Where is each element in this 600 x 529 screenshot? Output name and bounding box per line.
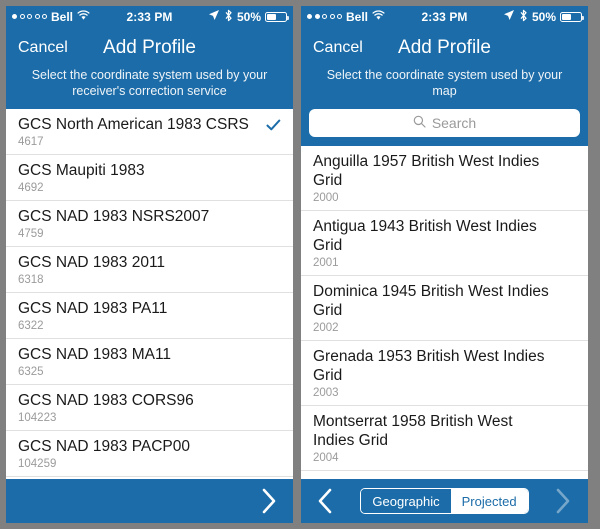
list-item-title: GCS Maupiti 1983 xyxy=(18,162,145,179)
list-item-title: GCS NAD 1983 PACP00 xyxy=(18,438,191,455)
signal-strength-dots xyxy=(12,14,47,19)
carrier-label: Bell xyxy=(346,9,369,24)
list-item-title: Grenada 1953 British West Indies Grid xyxy=(313,348,545,384)
clock-label: 2:33 PM xyxy=(126,9,173,24)
list-item-title: GCS NAD 1983 2011 xyxy=(18,254,166,271)
list-item[interactable]: GCS NAD 1983 PACP00 104259 xyxy=(6,431,293,477)
list-item-code: 4759 xyxy=(18,228,44,240)
back-button[interactable] xyxy=(315,488,335,514)
checkmark-icon xyxy=(266,118,281,133)
list-item-title: GCS North American 1983 CSRS xyxy=(18,116,249,133)
right-phone-screen: Bell 2:33 PM 50% Cancel Add Profile Sele… xyxy=(301,6,588,523)
list-item[interactable]: Grenada 1953 British West Indies Grid 20… xyxy=(301,341,588,406)
list-item-code: 104259 xyxy=(18,458,57,470)
list-item-code: 104223 xyxy=(18,412,57,424)
bluetooth-icon xyxy=(519,9,528,25)
list-item-title: Dominica 1945 British West Indies Grid xyxy=(313,283,549,319)
carrier-label: Bell xyxy=(51,9,74,24)
segment-geographic[interactable]: Geographic xyxy=(361,489,451,513)
battery-percent-label: 50% xyxy=(531,9,556,24)
list-item[interactable]: Dominica 1945 British West Indies Grid 2… xyxy=(301,276,588,341)
list-item-title: GCS NAD 1983 CORS96 xyxy=(18,392,194,409)
list-item-code: 2003 xyxy=(313,387,339,399)
clock-label: 2:33 PM xyxy=(421,9,468,24)
list-item[interactable]: GCS North American 1983 CSRS 4617 xyxy=(6,109,293,155)
signal-strength-dots xyxy=(307,14,342,19)
nav-bar: Cancel Add Profile Select the coordinate… xyxy=(301,27,588,109)
nav-subtitle: Select the coordinate system used by you… xyxy=(326,68,563,98)
list-item-title: GCS NAD 1983 PA11 xyxy=(18,300,168,317)
coordinate-system-list[interactable]: Anguilla 1957 British West Indies Grid 2… xyxy=(301,146,588,479)
next-button[interactable] xyxy=(554,488,574,514)
list-item-code: 6318 xyxy=(18,274,44,286)
coordinate-system-list[interactable]: GCS North American 1983 CSRS 4617 GCS Ma… xyxy=(6,109,293,479)
status-right: 50% xyxy=(173,9,289,25)
wifi-icon xyxy=(77,9,90,24)
list-item-code: 6322 xyxy=(18,320,44,332)
list-item[interactable]: GCS NAD 1983 NSRS2007 4759 xyxy=(6,201,293,247)
status-left: Bell xyxy=(307,10,421,24)
location-arrow-icon xyxy=(503,9,515,24)
status-bar: Bell 2:33 PM 50% xyxy=(301,6,588,27)
battery-percent-label: 50% xyxy=(236,9,261,24)
battery-icon xyxy=(265,11,289,22)
list-item-title: Montserrat 1958 British West Indies Grid xyxy=(313,413,513,449)
list-item[interactable]: GCS NAD 1983 PA11 6322 xyxy=(6,293,293,339)
list-item[interactable]: GCS NAD 1983 MA11 6325 xyxy=(6,339,293,385)
list-item-title: GCS NAD 1983 NSRS2007 xyxy=(18,208,210,225)
bottom-toolbar xyxy=(6,479,293,523)
status-left: Bell xyxy=(12,10,126,24)
list-item-title: Antigua 1943 British West Indies Grid xyxy=(313,218,537,254)
bluetooth-icon xyxy=(224,9,233,25)
search-icon xyxy=(413,115,426,131)
cancel-button[interactable]: Cancel xyxy=(301,39,363,57)
list-item-code: 4617 xyxy=(18,136,44,148)
next-button[interactable] xyxy=(259,488,279,514)
status-bar: Bell 2:33 PM 50% xyxy=(6,6,293,27)
segment-projected[interactable]: Projected xyxy=(450,489,528,513)
screenshot-stage: Bell 2:33 PM 50% Cancel Add Profile Sele… xyxy=(0,0,600,529)
list-item-code: 2004 xyxy=(313,452,339,464)
list-item[interactable]: GCS NAD 1983 CORS96 104223 xyxy=(6,385,293,431)
list-item[interactable]: Antigua 1943 British West Indies Grid 20… xyxy=(301,211,588,276)
nav-row: Cancel Add Profile xyxy=(6,33,293,63)
search-placeholder: Search xyxy=(431,115,477,131)
list-item[interactable]: Montserrat 1958 British West Indies Grid… xyxy=(301,406,588,471)
list-item-code: 6325 xyxy=(18,366,44,378)
list-item-code: 2002 xyxy=(313,322,339,334)
coordinate-type-segmented-control[interactable]: Geographic Projected xyxy=(360,488,529,514)
search-bar-container: Search xyxy=(301,109,588,146)
list-item-title: GCS NAD 1983 MA11 xyxy=(18,346,172,363)
nav-bar: Cancel Add Profile Select the coordinate… xyxy=(6,27,293,109)
status-right: 50% xyxy=(468,9,584,25)
list-item[interactable]: Anguilla 1957 British West Indies Grid 2… xyxy=(301,146,588,211)
nav-subtitle: Select the coordinate system used by you… xyxy=(31,68,268,98)
battery-icon xyxy=(560,11,584,22)
list-item-code: 2000 xyxy=(313,192,339,204)
list-item[interactable]: GCS NAD 1983 2011 6318 xyxy=(6,247,293,293)
list-item[interactable]: St Kitts 1955 British West Indies Grid 2… xyxy=(301,471,588,479)
list-item-code: 2001 xyxy=(313,257,339,269)
bottom-toolbar: Geographic Projected xyxy=(301,479,588,523)
wifi-icon xyxy=(372,9,385,24)
location-arrow-icon xyxy=(208,9,220,24)
list-item-code: 4692 xyxy=(18,182,44,194)
search-input[interactable]: Search xyxy=(309,109,580,137)
list-item-title: Anguilla 1957 British West Indies Grid xyxy=(313,153,540,189)
list-item[interactable]: GCS Maupiti 1983 4692 xyxy=(6,155,293,201)
left-phone-screen: Bell 2:33 PM 50% Cancel Add Profile Sele… xyxy=(6,6,293,523)
cancel-button[interactable]: Cancel xyxy=(6,39,68,57)
nav-row: Cancel Add Profile xyxy=(301,33,588,63)
